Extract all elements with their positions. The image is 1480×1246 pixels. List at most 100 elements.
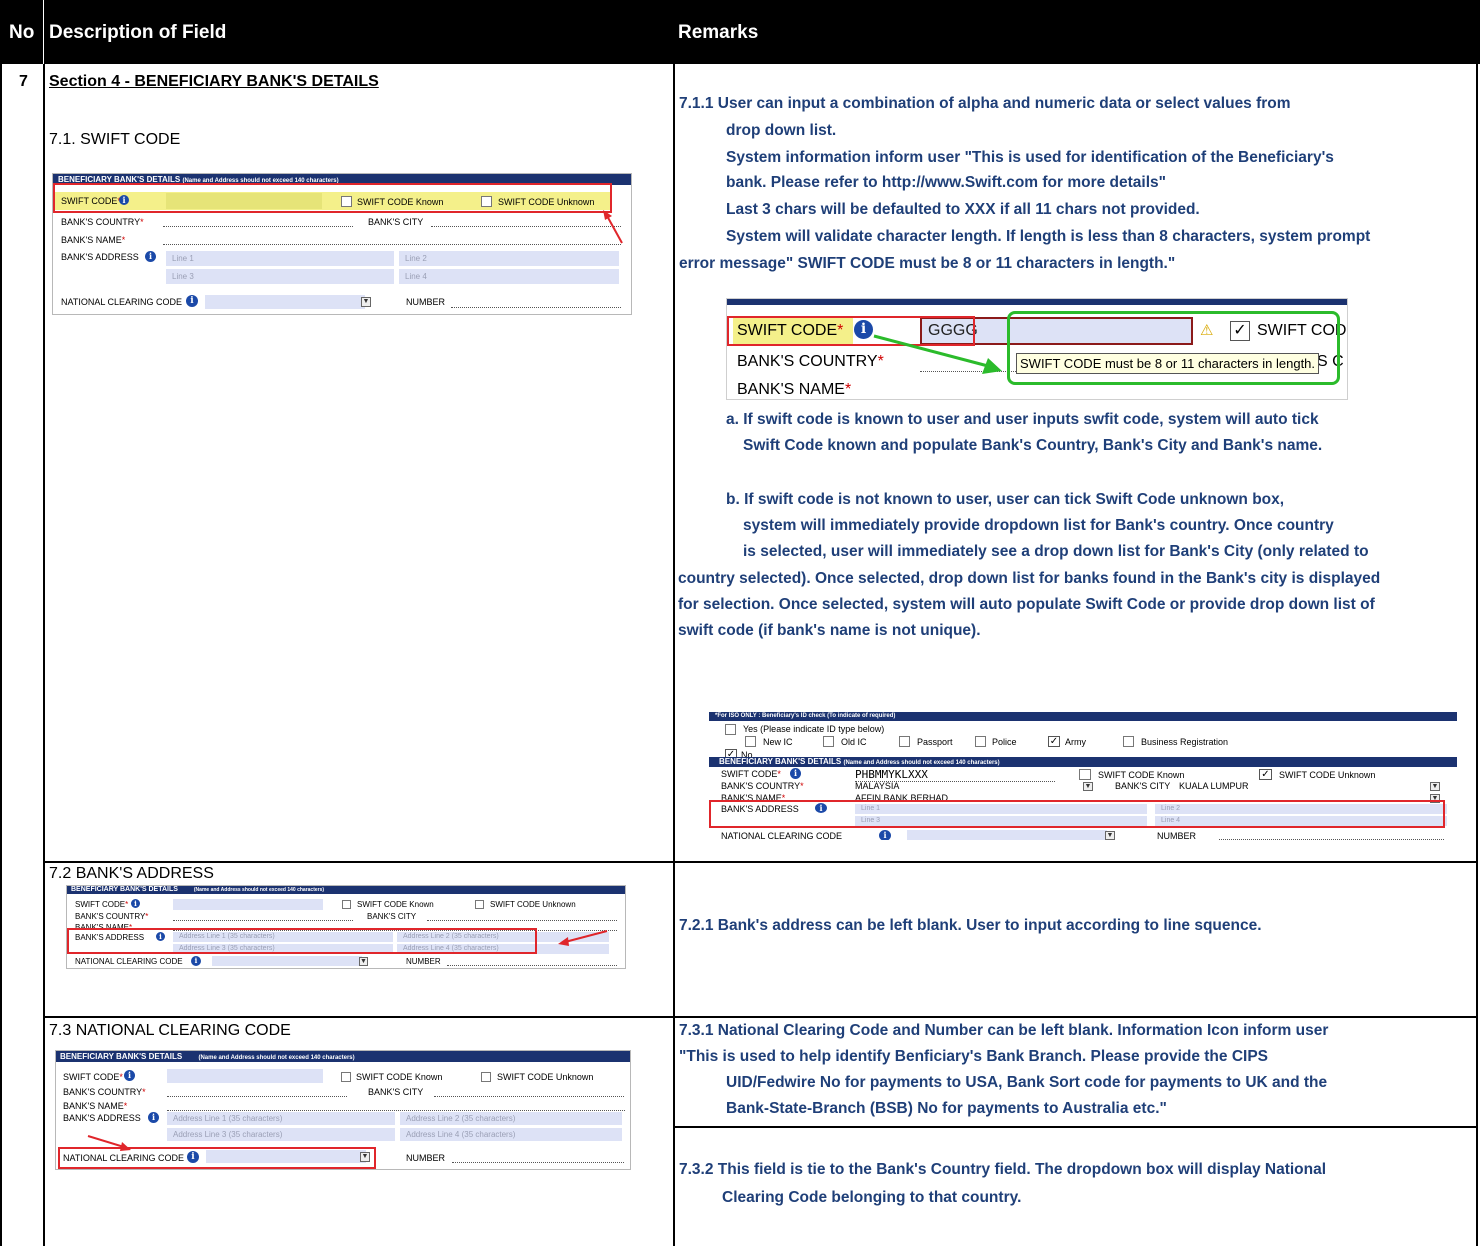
grid-no-col — [43, 64, 45, 1246]
yes-label: Yes (Please indicate ID type below) — [743, 724, 885, 734]
ncc-dropdown[interactable] — [212, 956, 362, 966]
remark-731-line: 7.3.1 National Clearing Code and Number … — [679, 1022, 1329, 1039]
grid-left — [0, 64, 2, 1246]
chevron-down-icon[interactable]: ▼ — [1083, 782, 1093, 791]
ncc-dropdown[interactable] — [205, 295, 365, 309]
info-icon: i — [879, 830, 891, 840]
bank-city-label: BANK'S CITY — [367, 912, 417, 921]
form-bar: BENEFICIARY BANK'S DETAILS (Name and Add… — [709, 757, 1457, 767]
yes-checkbox[interactable] — [725, 724, 736, 735]
header-remarks: Remarks — [678, 22, 759, 43]
police-checkbox[interactable] — [975, 736, 986, 747]
swift-known-label: SWIFT CODE Known — [356, 1072, 443, 1082]
chevron-down-icon[interactable]: ▼ — [1430, 782, 1440, 791]
bank-name-label: BANK'S NAME* — [737, 381, 852, 398]
info-icon: i — [790, 768, 801, 779]
subsection-ncc: 7.3 NATIONAL CLEARING CODE — [49, 1022, 291, 1039]
swift-code-input[interactable] — [167, 1069, 323, 1083]
remark-711-line: System will validate character length. I… — [726, 228, 1371, 245]
remark-a-line: Swift Code known and populate Bank's Cou… — [743, 437, 1323, 454]
error-tooltip: SWIFT CODE must be 8 or 11 characters in… — [1016, 353, 1320, 374]
bank-city-line — [427, 920, 617, 921]
remark-732-line: Clearing Code belonging to that country. — [722, 1189, 1022, 1206]
chevron-down-icon[interactable]: ▼ — [359, 957, 368, 966]
swift-code-value: PHBMMYKLXXX — [855, 768, 1055, 782]
highlight-box — [67, 928, 537, 954]
row-number: 7 — [19, 73, 28, 90]
ncc-label: NATIONAL CLEARING CODE — [721, 831, 843, 840]
swift-known-checkbox[interactable] — [341, 1072, 351, 1082]
grid-row-73 — [43, 1016, 1478, 1018]
swift-code-input[interactable] — [173, 899, 323, 910]
bank-city-line — [431, 226, 621, 227]
bank-address-label: BANK'S ADDRESS — [63, 1113, 141, 1123]
swift-unknown-label: SWIFT CODE Unknown — [490, 900, 576, 909]
remark-b-line: is selected, user will immediately see a… — [743, 543, 1369, 560]
bank-country-label: BANK'S COUNTRY* — [737, 353, 884, 370]
bank-name-line — [163, 244, 621, 245]
swift-known-checkbox[interactable] — [1079, 769, 1091, 780]
grid-right — [1476, 64, 1478, 1246]
police-label: Police — [992, 737, 1017, 747]
bank-address-label: BANK'S ADDRESS — [61, 252, 139, 262]
ncc-dropdown[interactable] — [907, 830, 1107, 840]
swift-unknown-checkbox[interactable] — [475, 900, 484, 909]
new-ic-checkbox[interactable] — [745, 736, 756, 747]
address-line-3[interactable]: Address Line 3 (35 characters) — [167, 1128, 395, 1141]
remark-b-line: b. If swift code is not known to user, u… — [726, 491, 1285, 508]
swift-unknown-label: SWIFT CODE Unknown — [497, 1072, 594, 1082]
remark-721: 7.2.1 Bank's address can be left blank. … — [679, 917, 1262, 934]
number-line — [451, 307, 621, 308]
remark-b-line: swift code (if bank's name is not unique… — [678, 622, 981, 639]
remark-b-line: country selected). Once selected, drop d… — [678, 570, 1381, 587]
remark-b-line: system will immediately provide dropdown… — [743, 517, 1334, 534]
remark-b-line: for selection. Once selected, system wil… — [678, 596, 1375, 613]
swift-unknown-checkbox[interactable]: ✓ — [1259, 769, 1272, 780]
subsection-swift-code: 7.1. SWIFT CODE — [49, 131, 181, 148]
grid-row-72 — [43, 861, 1478, 863]
bank-city-line — [434, 1096, 624, 1097]
swift-unknown-label: SWIFT CODE Unknown — [1279, 770, 1376, 780]
red-arrow — [87, 1135, 131, 1151]
red-arrow — [603, 210, 623, 244]
info-icon: i — [186, 295, 198, 307]
old-ic-checkbox[interactable] — [823, 736, 834, 747]
remark-711-line: System information inform user "This is … — [726, 149, 1334, 166]
address-line-2[interactable]: Address Line 2 (35 characters) — [400, 1112, 622, 1125]
ncc-label: NATIONAL CLEARING CODE — [75, 957, 183, 966]
bank-country-label: BANK'S COUNTRY* — [721, 781, 804, 791]
info-icon: i — [124, 1070, 135, 1081]
info-icon: i — [145, 251, 156, 262]
address-line-1[interactable]: Line 1 — [166, 251, 394, 266]
address-line-4[interactable]: Address Line 4 (35 characters) — [400, 1128, 622, 1141]
remark-711-line: drop down list. — [726, 122, 837, 139]
swift-code-label: SWIFT CODE* — [63, 1072, 123, 1082]
army-label: Army — [1065, 737, 1086, 747]
bank-city-label: BANK'S CITY — [368, 1087, 424, 1097]
remark-711-line: 7.1.1 User can input a combination of al… — [679, 95, 1291, 112]
bank-city-label: BANK'S CITY — [368, 217, 424, 227]
business-checkbox[interactable] — [1123, 736, 1134, 747]
chevron-down-icon[interactable]: ▼ — [1105, 831, 1115, 840]
address-line-4[interactable]: Line 4 — [399, 269, 619, 284]
passport-checkbox[interactable] — [899, 736, 910, 747]
remark-731-line: UID/Fedwire No for payments to USA, Bank… — [726, 1074, 1328, 1091]
number-label: NUMBER — [1157, 831, 1197, 840]
army-checkbox[interactable]: ✓ — [1048, 736, 1060, 747]
header-description: Description of Field — [49, 22, 227, 43]
chevron-down-icon[interactable]: ▼ — [361, 297, 371, 307]
info-icon: i — [148, 1112, 159, 1123]
number-line — [1219, 839, 1444, 840]
address-line-2[interactable]: Line 2 — [399, 251, 619, 266]
iso-bar: *For ISO ONLY : Beneficiary's ID check (… — [709, 712, 1457, 721]
bank-country-label: BANK'S COUNTRY* — [75, 912, 149, 921]
address-line-1[interactable]: Address Line 1 (35 characters) — [167, 1112, 395, 1125]
swift-known-checkbox[interactable] — [342, 900, 351, 909]
swift-unknown-checkbox[interactable] — [481, 1072, 491, 1082]
bank-name-line — [167, 1110, 625, 1111]
grid-row-732 — [673, 1126, 1478, 1128]
highlight-box — [709, 800, 1445, 828]
number-line — [452, 1162, 624, 1163]
bank-country-line — [173, 920, 353, 921]
address-line-3[interactable]: Line 3 — [166, 269, 394, 284]
